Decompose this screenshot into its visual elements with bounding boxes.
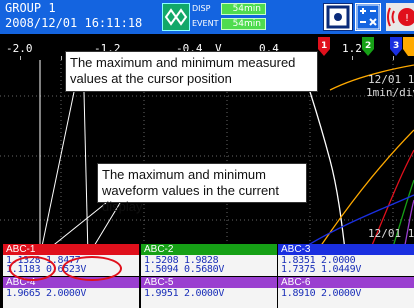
channel-name: ABC-6: [281, 277, 311, 288]
channel-panel-3[interactable]: ABC-3 1.8351 2.0000 1.7375 1.0449V: [278, 244, 414, 276]
time-per-div: 1min/div: [366, 86, 414, 99]
channel-panel-5[interactable]: ABC-5 1.9951 2.0000V: [141, 277, 277, 308]
svg-text:2: 2: [365, 41, 371, 51]
event-label: EVENT: [192, 19, 219, 28]
channel-panels: ABC-1 1.1328 1.8477 1.1183 0.6523V ABC-2…: [0, 244, 414, 308]
channel-value: 1.8910 2.0000V: [281, 288, 362, 299]
channel-1-marker[interactable]: 1: [318, 37, 330, 56]
channel-name: ABC-5: [144, 277, 174, 288]
disp-memory-time: 54min: [221, 3, 266, 15]
status-header: GROUP 1 2008/12/01 16:11:18 DISP EVENT 5…: [0, 0, 414, 34]
svg-text:3: 3: [393, 41, 399, 51]
channel-name: ABC-2: [144, 244, 174, 255]
channel-panel-4[interactable]: ABC-4 1.9665 2.0000V: [3, 277, 139, 308]
channel-value-min: 1.5094 0.5680V: [144, 264, 225, 275]
highlight-oval-display: [62, 256, 122, 281]
cursor-icon[interactable]: [323, 3, 353, 31]
group-name[interactable]: GROUP 1: [5, 2, 56, 15]
callout-measured-values: The maximum and minimum measured values …: [65, 51, 318, 92]
channel-2-marker[interactable]: 2: [362, 37, 374, 56]
channel-4-marker[interactable]: [403, 37, 414, 56]
channel-panel-2[interactable]: ABC-2 1.5208 1.9828 1.5094 0.5680V: [141, 244, 277, 276]
channel-name: ABC-1: [6, 244, 36, 255]
channel-value-min: 1.7375 1.0449V: [281, 264, 362, 275]
recording-status-icon[interactable]: [162, 3, 190, 31]
channel-value: 1.9665 2.0000V: [6, 288, 87, 299]
event-memory-time: 54min: [221, 18, 266, 30]
top-timestamp: 12/01 16:10: [368, 73, 414, 86]
callout-display-values: The maximum and minimum waveform values …: [97, 163, 307, 214]
disp-label: DISP: [192, 4, 211, 13]
channel-panel-6[interactable]: ABC-6 1.8910 2.0000V: [278, 277, 414, 308]
current-datetime: 2008/12/01 16:11:18: [5, 16, 143, 30]
svg-text:1: 1: [321, 41, 327, 51]
svg-text:!: !: [405, 13, 409, 24]
disp-time-value: 54min: [232, 4, 261, 14]
event-time-value: 54min: [232, 19, 261, 29]
channel-name: ABC-3: [281, 244, 311, 255]
channel-value: 1.9951 2.0000V: [144, 288, 225, 299]
channel-3-marker[interactable]: 3: [390, 37, 402, 56]
math-tool-icon[interactable]: [355, 3, 381, 31]
bottom-timestamp: 12/01 16:08: [368, 227, 414, 240]
alarm-icon[interactable]: !: [386, 3, 414, 31]
highlight-oval-measured: [9, 256, 56, 281]
